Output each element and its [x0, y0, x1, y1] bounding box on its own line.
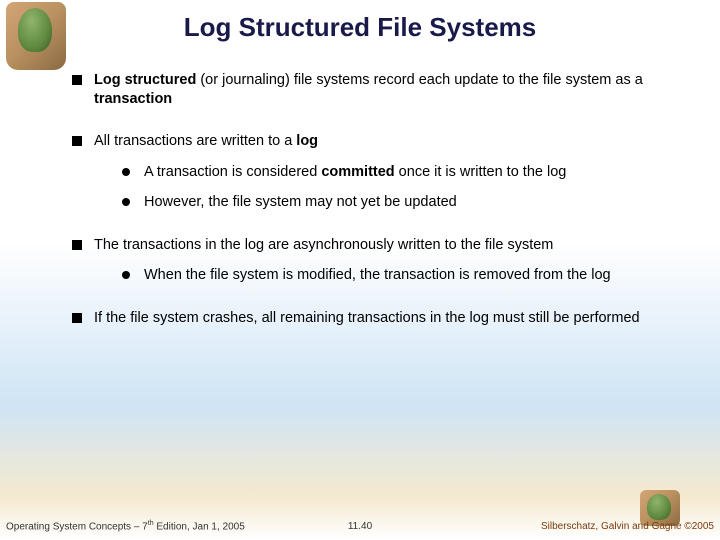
text: However, the file system may not yet be … — [144, 194, 457, 210]
bold-text: Log structured — [94, 72, 196, 88]
bullet-3: The transactions in the log are asynchro… — [72, 236, 674, 285]
bold-text: log — [296, 133, 318, 149]
bold-text: committed — [321, 164, 394, 180]
bullet-2: All transactions are written to a log A … — [72, 132, 674, 212]
sub-bullet-2-2: However, the file system may not yet be … — [122, 193, 674, 212]
footer-left: Operating System Concepts – 7th Edition,… — [6, 520, 245, 532]
text: The transactions in the log are asynchro… — [94, 237, 553, 253]
bullet-4: If the file system crashes, all remainin… — [72, 309, 674, 328]
slide-title: Log Structured File Systems — [0, 0, 720, 49]
footer-slide-number: 11.40 — [348, 521, 372, 532]
text: If the file system crashes, all remainin… — [94, 310, 640, 326]
text: Operating System Concepts – 7 — [6, 521, 148, 532]
footer-copyright: Silberschatz, Galvin and Gagne ©2005 — [541, 521, 714, 532]
text: When the file system is modified, the tr… — [144, 267, 611, 283]
text: once it is written to the log — [395, 164, 567, 180]
slide-body: Log structured (or journaling) file syst… — [0, 49, 720, 327]
bold-text: transaction — [94, 91, 172, 107]
sub-bullet-3-1: When the file system is modified, the tr… — [122, 266, 674, 285]
bullet-1: Log structured (or journaling) file syst… — [72, 71, 674, 108]
sub-bullet-2-1: A transaction is considered committed on… — [122, 163, 674, 182]
text: (or journaling) file systems record each… — [196, 72, 642, 88]
text: Edition, Jan 1, 2005 — [154, 521, 245, 532]
text: All transactions are written to a — [94, 133, 296, 149]
text: A transaction is considered — [144, 164, 321, 180]
dinosaur-logo-top — [6, 2, 66, 70]
